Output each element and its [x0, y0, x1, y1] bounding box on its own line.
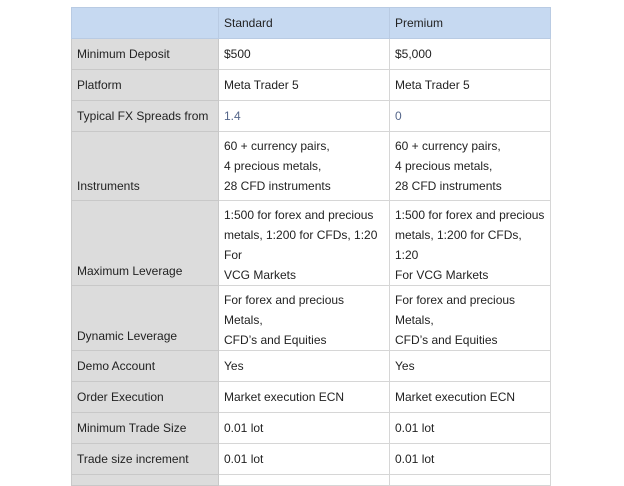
cell-line: Market execution ECN: [224, 390, 345, 404]
row-label: Maximum Leverage: [71, 200, 219, 286]
row-label: Trade size increment: [71, 443, 219, 475]
table-row: Typical FX Spreads from 1.4 0: [71, 100, 551, 132]
standard-cell: 1:500 for forex and precious metals, 1:2…: [218, 200, 390, 286]
row-label: Dynamic Leverage: [71, 285, 219, 351]
premium-cell: 0: [389, 100, 551, 132]
table-row: Trade size increment 0.01 lot 0.01 lot: [71, 443, 551, 475]
cell-line: 0.01 lot: [395, 452, 435, 466]
cell-line: Yes: [224, 359, 244, 373]
premium-cell-partial: [389, 474, 551, 486]
standard-cell: 1.4: [218, 100, 390, 132]
row-label: Instruments: [71, 131, 219, 201]
cell-line: 0.01 lot: [395, 421, 435, 435]
cell-line: VCG Markets: [224, 268, 297, 282]
standard-cell: Market execution ECN: [218, 381, 390, 413]
table-row: Platform Meta Trader 5 Meta Trader 5: [71, 69, 551, 101]
cell-line: 0: [395, 109, 402, 123]
cell-line: metals, 1:200 for CFDs, 1:20: [395, 228, 522, 262]
cell-line: 1.4: [224, 109, 241, 123]
table-row: Instruments 60 + currency pairs, 4 preci…: [71, 131, 551, 201]
cell-line: 1:500 for forex and precious: [224, 208, 374, 222]
cell-line: 1:500 for forex and precious: [395, 208, 545, 222]
premium-cell: Yes: [389, 350, 551, 382]
standard-cell: For forex and precious Metals, CFD’s and…: [218, 285, 390, 351]
row-label: Typical FX Spreads from: [71, 100, 219, 132]
cell-line: CFD’s and Equities: [395, 333, 498, 347]
account-comparison-table: Standard Premium Minimum Deposit $500 $5…: [71, 7, 551, 486]
cell-line: 4 precious metals,: [395, 159, 493, 173]
table-row: Demo Account Yes Yes: [71, 350, 551, 382]
cell-line: $5,000: [395, 47, 432, 61]
cell-line: 28 CFD instruments: [395, 179, 502, 193]
cell-line: 60 + currency pairs,: [395, 139, 501, 153]
row-label: Order Execution: [71, 381, 219, 413]
standard-cell: $500: [218, 38, 390, 70]
header-standard: Standard: [218, 7, 390, 39]
standard-cell: Yes: [218, 350, 390, 382]
cell-line: Yes: [395, 359, 415, 373]
premium-cell: 0.01 lot: [389, 412, 551, 444]
premium-cell: 1:500 for forex and precious metals, 1:2…: [389, 200, 551, 286]
header-premium: Premium: [389, 7, 551, 39]
cell-line: 0.01 lot: [224, 421, 264, 435]
cell-line: 4 precious metals,: [224, 159, 322, 173]
cell-line: Meta Trader 5: [395, 78, 470, 92]
standard-cell: 0.01 lot: [218, 412, 390, 444]
row-label: Minimum Deposit: [71, 38, 219, 70]
premium-cell: Meta Trader 5: [389, 69, 551, 101]
cell-line: $500: [224, 47, 251, 61]
premium-cell: Market execution ECN: [389, 381, 551, 413]
premium-cell: 60 + currency pairs, 4 precious metals, …: [389, 131, 551, 201]
row-label: Platform: [71, 69, 219, 101]
standard-cell: 60 + currency pairs, 4 precious metals, …: [218, 131, 390, 201]
table-header-row: Standard Premium: [71, 7, 551, 39]
table-row-partial: [71, 474, 551, 486]
row-label-partial: [71, 474, 219, 486]
table-row: Minimum Trade Size 0.01 lot 0.01 lot: [71, 412, 551, 444]
row-label: Minimum Trade Size: [71, 412, 219, 444]
cell-line: 60 + currency pairs,: [224, 139, 330, 153]
premium-cell: For forex and precious Metals, CFD’s and…: [389, 285, 551, 351]
cell-line: CFD’s and Equities: [224, 333, 327, 347]
premium-cell: $5,000: [389, 38, 551, 70]
cell-line: For forex and precious Metals,: [224, 293, 345, 327]
cell-line: metals, 1:200 for CFDs, 1:20 For: [224, 228, 378, 262]
standard-cell: 0.01 lot: [218, 443, 390, 475]
table-row: Dynamic Leverage For forex and precious …: [71, 285, 551, 351]
header-corner-cell: [71, 7, 219, 39]
cell-line: Meta Trader 5: [224, 78, 299, 92]
standard-cell-partial: [218, 474, 390, 486]
cell-line: 0.01 lot: [224, 452, 264, 466]
premium-cell: 0.01 lot: [389, 443, 551, 475]
table-row: Order Execution Market execution ECN Mar…: [71, 381, 551, 413]
standard-cell: Meta Trader 5: [218, 69, 390, 101]
comparison-table-container: Standard Premium Minimum Deposit $500 $5…: [71, 7, 551, 486]
row-label: Demo Account: [71, 350, 219, 382]
cell-line: Market execution ECN: [395, 390, 516, 404]
table-row: Minimum Deposit $500 $5,000: [71, 38, 551, 70]
cell-line: For forex and precious Metals,: [395, 293, 516, 327]
cell-line: 28 CFD instruments: [224, 179, 331, 193]
cell-line: For VCG Markets: [395, 268, 489, 282]
table-row: Maximum Leverage 1:500 for forex and pre…: [71, 200, 551, 286]
